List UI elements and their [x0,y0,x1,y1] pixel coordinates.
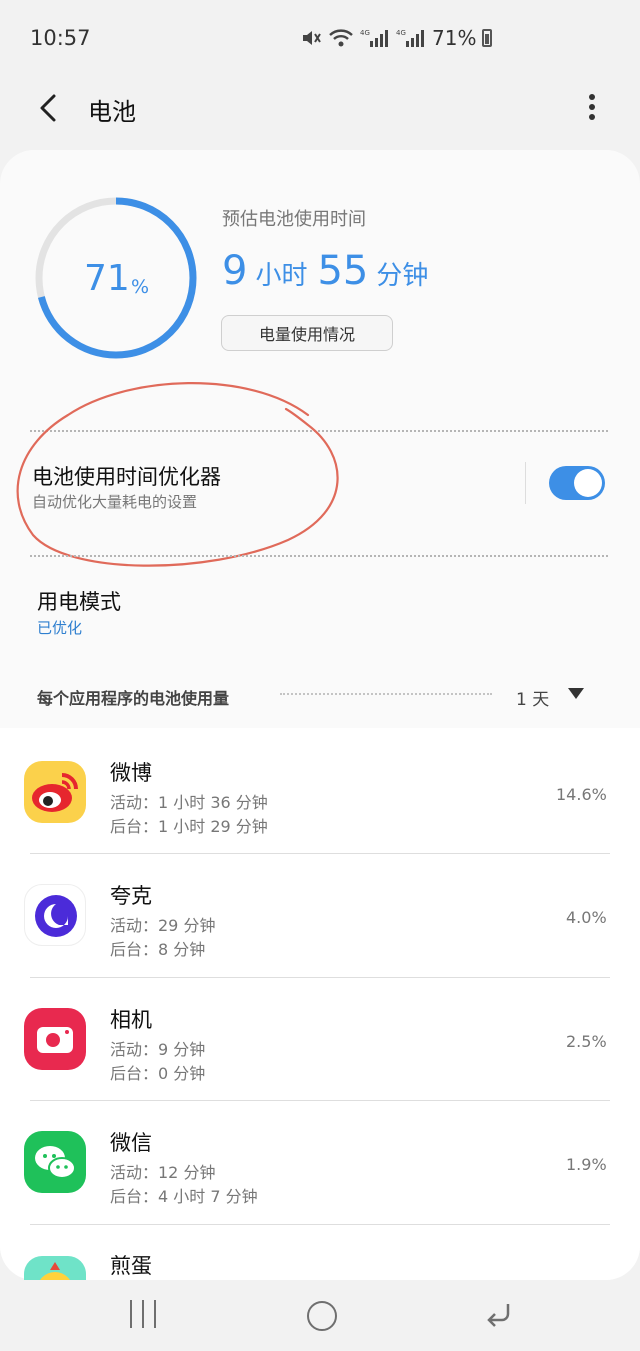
battery-icon [482,29,493,47]
row-divider [30,977,610,978]
app-percent: 2.5% [566,1032,607,1051]
app-background-time: 后台：8 分钟 [110,940,206,959]
toggle-separator [525,462,526,504]
app-name: 煎蛋 [110,1254,152,1278]
row-clip: 煎蛋 [0,1240,640,1280]
row-divider [30,853,610,854]
wechat-icon[interactable] [24,1131,86,1193]
caret-down-icon[interactable] [568,688,584,699]
signal-4g-icon-2: 4G [396,29,424,47]
battery-percent-symbol: % [131,276,150,298]
app-name: 微信 [110,1131,152,1155]
power-mode-title[interactable]: 用电模式 [37,586,121,616]
home-button[interactable] [307,1301,337,1331]
annotation-circle [16,382,339,567]
app-usage-list [0,728,640,1280]
app-active-time: 活动：1 小时 36 分钟 [110,793,268,812]
status-time: 10:57 [30,26,91,50]
app-name: 相机 [110,1008,152,1032]
jandan-icon[interactable] [24,1256,86,1280]
weibo-icon[interactable] [24,761,86,823]
app-active-time: 活动：29 分钟 [110,916,216,935]
estimate-minutes-unit: 分钟 [376,261,429,291]
battery-percent-text: 71% [432,26,477,50]
app-background-time: 后台：1 小时 29 分钟 [110,817,268,836]
status-icons: 4G 4G 71% [300,26,493,50]
app-background-time: 后台：0 分钟 [110,1064,206,1083]
app-active-time: 活动：9 分钟 [110,1040,206,1059]
row-divider [30,1100,610,1101]
optimizer-toggle-knob[interactable] [574,469,602,497]
estimate-label: 预估电池使用时间 [222,209,366,230]
estimate-hours-unit: 小时 [255,261,308,291]
wifi-icon [329,29,353,47]
camera-icon[interactable] [24,1008,86,1070]
signal-4g-icon: 4G [360,29,388,47]
more-options-icon[interactable] [578,88,606,128]
app-percent: 14.6% [556,785,607,804]
usage-range[interactable]: 1 天 [516,685,549,710]
estimate-hours: 9 [222,248,248,294]
estimate-minutes: 55 [317,248,369,294]
section-dots [280,693,492,695]
estimate-time: 9 小时 55 分钟 [222,248,438,294]
app-name: 微博 [110,761,152,785]
app-percent: 4.0% [566,908,607,927]
divider [30,555,608,557]
recent-apps-button[interactable] [130,1300,156,1330]
battery-percent: 71 [84,258,130,299]
back-icon[interactable] [30,88,70,128]
battery-usage-button[interactable]: 电量使用情况 [221,315,393,351]
row-divider [30,1224,610,1225]
app-name: 夸克 [110,884,152,908]
app-percent: 1.9% [566,1155,607,1174]
mute-icon [303,31,321,45]
svg-text:4G: 4G [396,29,406,37]
quark-icon[interactable] [24,884,86,946]
app-active-time: 活动：12 分钟 [110,1163,216,1182]
app-usage-title: 每个应用程序的电池使用量 [37,689,230,708]
page-title: 电池 [88,98,136,126]
svg-text:4G: 4G [360,29,370,37]
app-background-time: 后台：4 小时 7 分钟 [110,1187,258,1206]
nav-back-icon[interactable] [482,1300,516,1330]
power-mode-value: 已优化 [37,619,83,637]
